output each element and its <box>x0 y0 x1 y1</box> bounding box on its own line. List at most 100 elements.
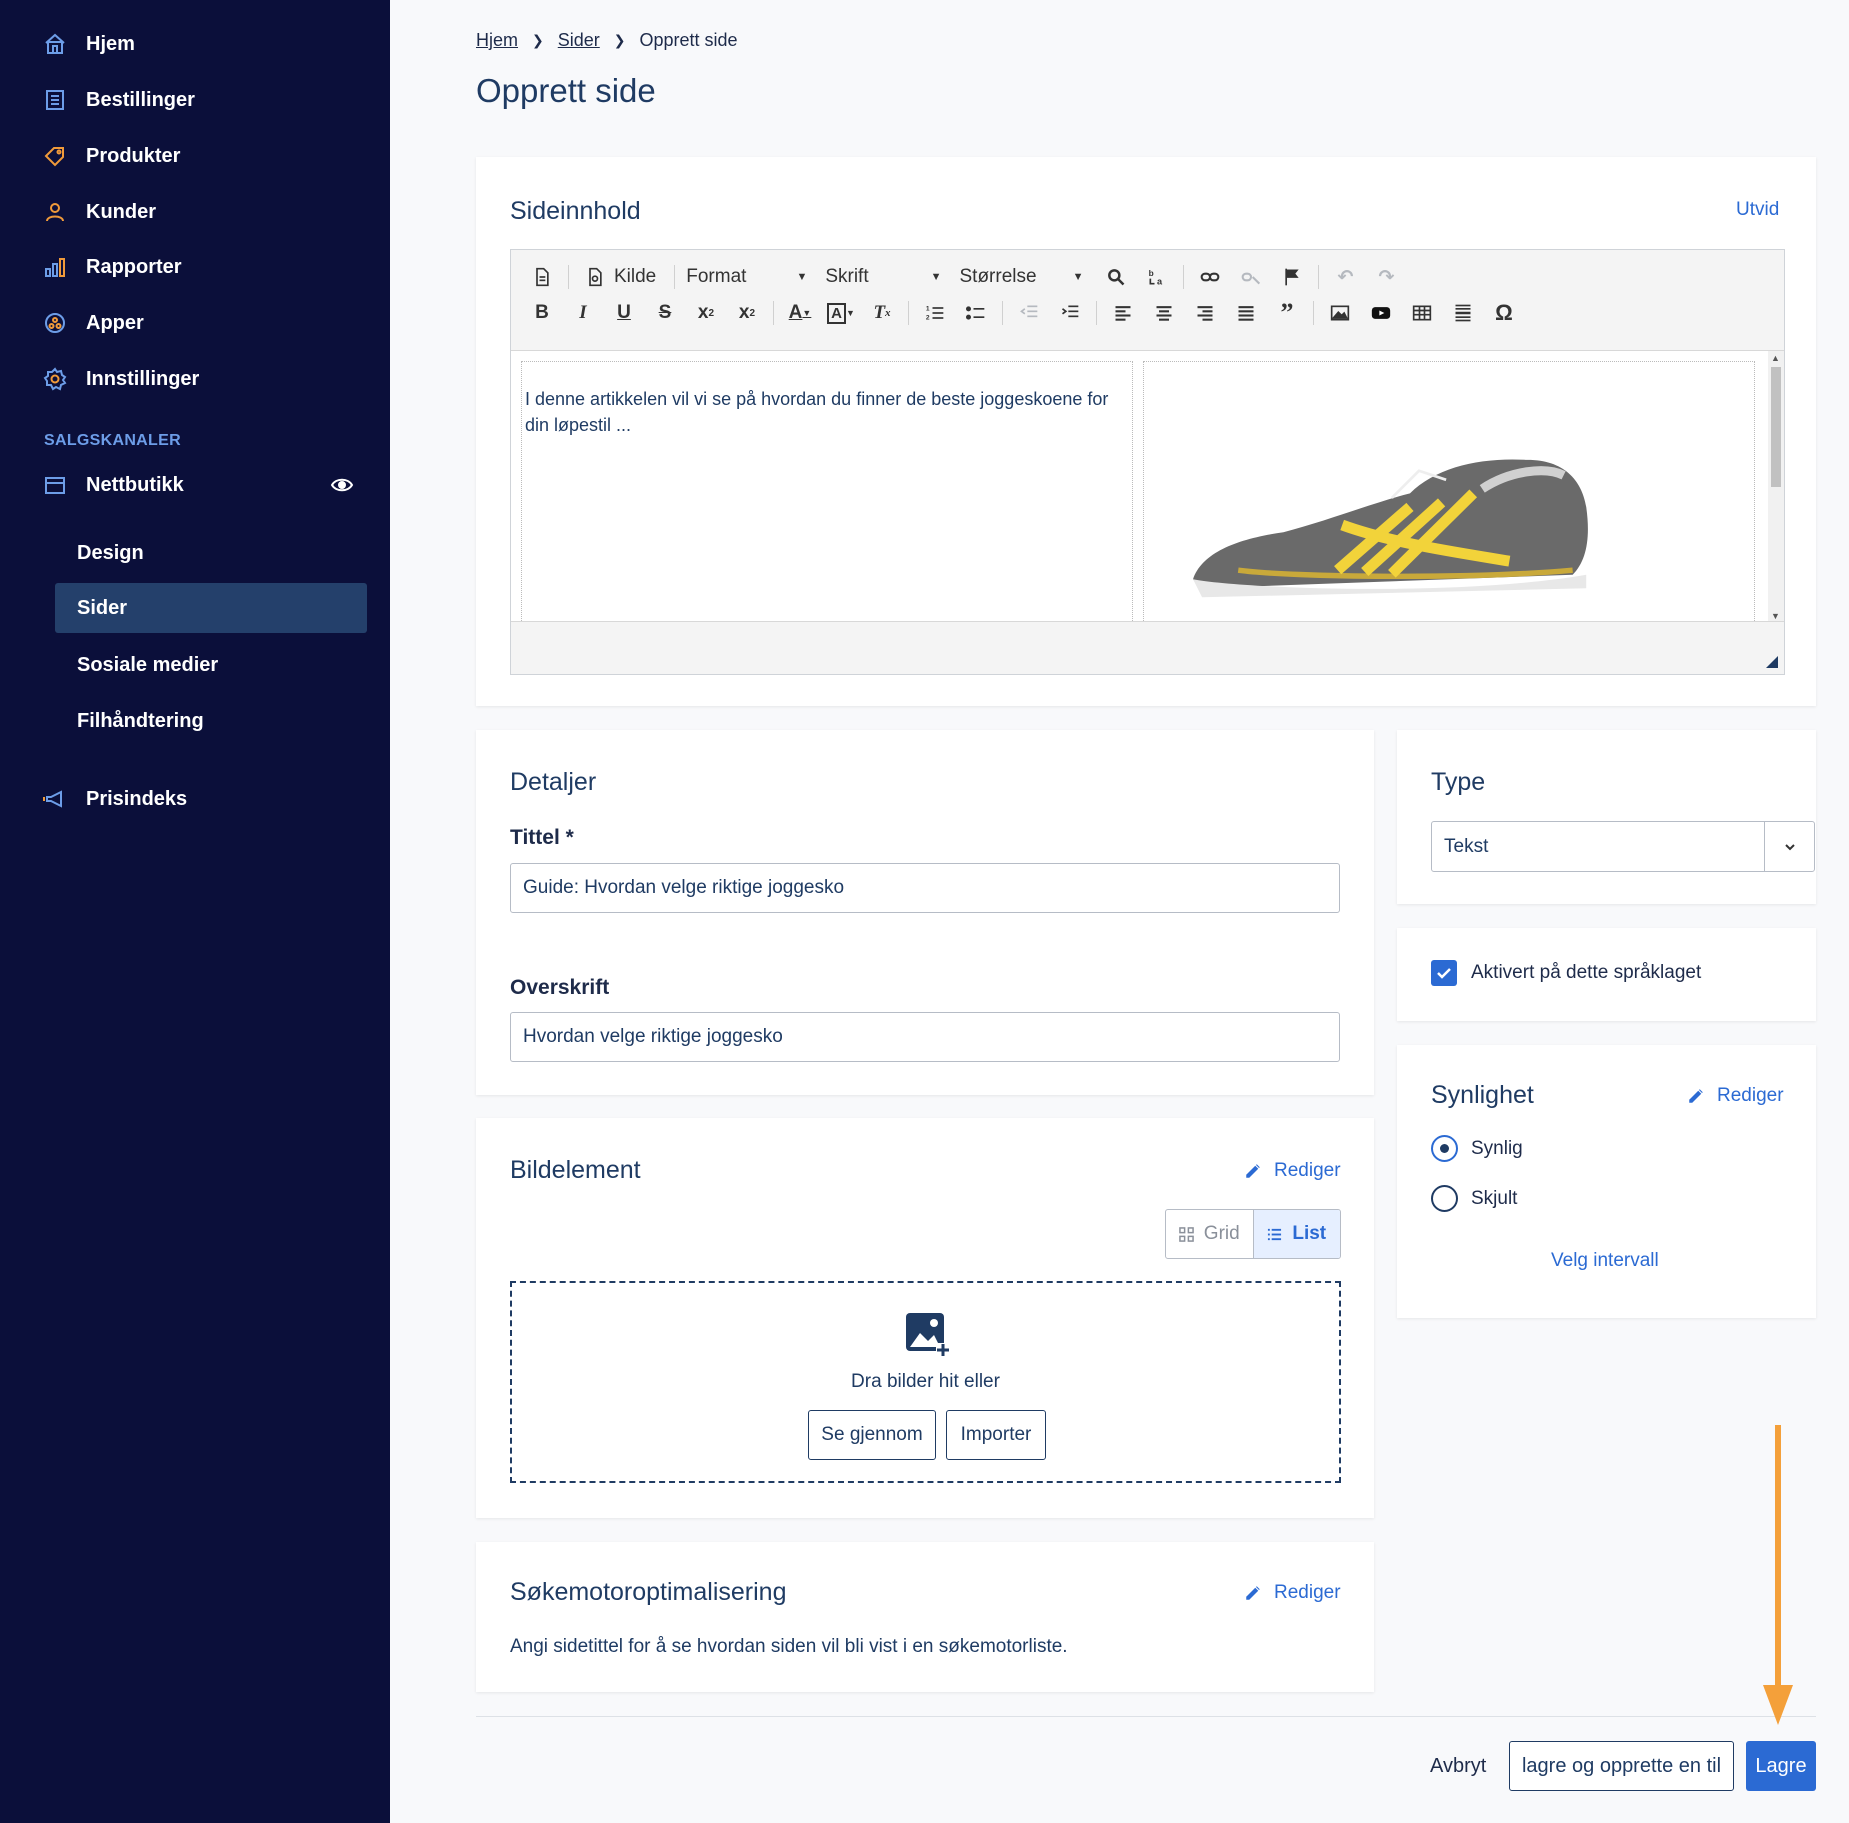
list-view-button[interactable]: List <box>1252 1210 1340 1258</box>
pencil-icon <box>1689 1089 1703 1103</box>
breadcrumb-current: Opprett side <box>639 30 738 50</box>
search-icon[interactable] <box>1101 262 1131 292</box>
remove-format-icon[interactable]: Tx <box>867 298 897 328</box>
sidebar-item-nettbutikk[interactable]: Nettbutikk <box>42 465 184 505</box>
italic-icon[interactable]: I <box>568 298 598 328</box>
choose-interval-link[interactable]: Velg intervall <box>1551 1250 1659 1272</box>
align-left-icon[interactable] <box>1108 298 1138 328</box>
sidebar: Hjem Bestillinger Produkter Kunder Rappo… <box>0 0 390 1823</box>
horizontal-line-icon[interactable] <box>1448 298 1478 328</box>
special-character-icon[interactable]: Ω <box>1489 298 1519 328</box>
new-page-icon[interactable] <box>527 262 557 292</box>
link-icon[interactable] <box>1195 262 1225 292</box>
sidebar-item-label: Design <box>77 541 144 564</box>
heading-input[interactable] <box>510 1012 1340 1062</box>
expand-link[interactable]: Utvid <box>1736 199 1779 221</box>
undo-icon[interactable]: ↶ <box>1330 262 1360 292</box>
sidebar-item-produkter[interactable]: Produkter <box>42 136 180 176</box>
save-and-new-button[interactable]: lagre og opprette en til <box>1509 1741 1734 1791</box>
editor-text-cell[interactable]: I denne artikkelen vil vi se på hvordan … <box>521 361 1133 621</box>
scroll-down-icon[interactable]: ▼ <box>1771 611 1780 621</box>
sidebar-item-hjem[interactable]: Hjem <box>42 24 135 64</box>
unlink-icon[interactable] <box>1236 262 1266 292</box>
editor-content-area[interactable]: I denne artikkelen vil vi se på hvordan … <box>511 350 1784 622</box>
youtube-icon[interactable] <box>1366 298 1396 328</box>
superscript-icon[interactable]: x2 <box>732 298 762 328</box>
blockquote-icon[interactable]: ” <box>1272 298 1302 328</box>
toolbar-separator <box>568 265 569 289</box>
title-input[interactable] <box>510 863 1340 913</box>
editor-image-cell[interactable] <box>1143 361 1755 621</box>
table-icon[interactable] <box>1407 298 1437 328</box>
font-dropdown[interactable]: Skrift ▼ <box>825 262 941 292</box>
subscript-icon[interactable]: x2 <box>691 298 721 328</box>
language-enabled-label: Aktivert på dette språklaget <box>1471 962 1702 983</box>
numbered-list-icon[interactable]: 12 <box>920 298 950 328</box>
sidebar-item-rapporter[interactable]: Rapporter <box>42 247 182 287</box>
background-color-icon[interactable]: A ▼ <box>826 298 856 328</box>
scrollbar-thumb[interactable] <box>1771 367 1781 487</box>
hidden-radio[interactable] <box>1431 1185 1458 1212</box>
format-dropdown[interactable]: Format ▼ <box>686 262 807 292</box>
scroll-up-icon[interactable]: ▲ <box>1771 353 1780 363</box>
language-enabled-checkbox[interactable] <box>1431 960 1457 986</box>
redo-icon[interactable]: ↷ <box>1371 262 1401 292</box>
editor-scrollbar[interactable]: ▲ ▼ <box>1768 351 1784 621</box>
sidebar-item-bestillinger[interactable]: Bestillinger <box>42 80 195 120</box>
visibility-edit-link[interactable]: Rediger <box>1687 1085 1784 1107</box>
bullet-list-icon[interactable] <box>961 298 991 328</box>
breadcrumb-sider[interactable]: Sider <box>558 30 600 51</box>
svg-text:2: 2 <box>926 315 930 322</box>
edit-link-label: Rediger <box>1717 1085 1784 1106</box>
indent-icon[interactable] <box>1055 298 1085 328</box>
align-center-icon[interactable] <box>1149 298 1179 328</box>
size-dropdown[interactable]: Størrelse ▼ <box>960 262 1084 292</box>
browse-button[interactable]: Se gjennom <box>808 1410 936 1460</box>
align-right-icon[interactable] <box>1190 298 1220 328</box>
text-color-icon[interactable]: A ▼ <box>785 298 815 328</box>
justify-icon[interactable] <box>1231 298 1261 328</box>
grid-view-button[interactable]: Grid <box>1166 1210 1253 1258</box>
chevron-right-icon: ❯ <box>613 32 626 48</box>
bold-icon[interactable]: B <box>527 298 557 328</box>
toolbar-separator <box>674 265 676 289</box>
type-selected-value: Tekst <box>1444 835 1489 857</box>
image-dropzone[interactable]: Dra bilder hit eller Se gjennom Importer <box>510 1281 1341 1483</box>
sidebar-item-apper[interactable]: Apper <box>42 303 144 343</box>
replace-icon[interactable]: ba <box>1142 262 1172 292</box>
type-card: Type Tekst <box>1397 730 1816 904</box>
dropdown-arrow-icon: ▼ <box>930 271 942 283</box>
sidebar-subitem-filhandtering[interactable]: Filhåndtering <box>55 696 367 746</box>
svg-text:b: b <box>1149 268 1154 278</box>
seo-edit-link[interactable]: Rediger <box>1244 1582 1341 1604</box>
eye-icon[interactable] <box>330 473 354 497</box>
orders-icon <box>42 87 68 113</box>
sidebar-subitem-sosiale-medier[interactable]: Sosiale medier <box>55 640 367 690</box>
chevron-down-icon[interactable] <box>1764 822 1814 871</box>
toolbar-separator <box>1002 301 1003 325</box>
sidebar-item-prisindeks[interactable]: Prisindeks <box>42 779 187 819</box>
save-button[interactable]: Lagre <box>1746 1741 1816 1791</box>
sidebar-item-innstillinger[interactable]: Innstillinger <box>42 359 199 399</box>
image-edit-link[interactable]: Rediger <box>1244 1160 1341 1182</box>
size-label: Størrelse <box>959 266 1037 287</box>
type-select[interactable]: Tekst <box>1431 821 1815 872</box>
strikethrough-icon[interactable]: S <box>650 298 680 328</box>
source-button[interactable]: Kilde <box>614 262 656 292</box>
pencil-icon <box>1246 1586 1260 1600</box>
sidebar-subitem-design[interactable]: Design <box>55 528 367 578</box>
sidebar-subitem-sider[interactable]: Sider <box>55 583 367 633</box>
underline-icon[interactable]: U <box>609 298 639 328</box>
sidebar-item-kunder[interactable]: Kunder <box>42 192 156 232</box>
source-icon[interactable] <box>580 262 610 292</box>
breadcrumb-hjem[interactable]: Hjem <box>476 30 518 51</box>
import-button[interactable]: Importer <box>946 1410 1046 1460</box>
cancel-button[interactable]: Avbryt <box>1430 1755 1486 1778</box>
sidebar-item-label: Apper <box>86 311 144 334</box>
image-icon[interactable] <box>1325 298 1355 328</box>
outdent-icon[interactable] <box>1014 298 1044 328</box>
anchor-flag-icon[interactable] <box>1277 262 1307 292</box>
resize-handle-icon[interactable] <box>1766 656 1778 668</box>
visible-radio[interactable] <box>1431 1135 1458 1162</box>
image-card: Bildelement Rediger Grid List Dra bilder… <box>476 1118 1374 1518</box>
